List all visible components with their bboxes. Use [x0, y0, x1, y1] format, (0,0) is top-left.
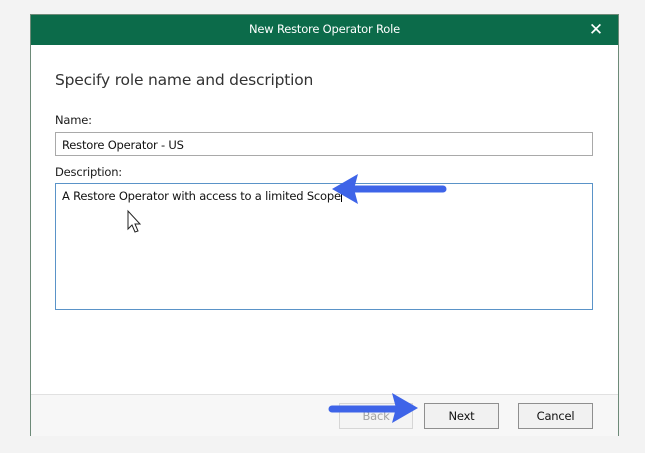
cancel-button[interactable]: Cancel: [518, 403, 593, 429]
page-heading: Specify role name and description: [55, 71, 314, 89]
name-field[interactable]: Restore Operator - US: [55, 132, 593, 156]
dialog-title: New Restore Operator Role: [249, 22, 400, 36]
next-button[interactable]: Next: [424, 403, 499, 429]
close-icon[interactable]: ✕: [586, 19, 606, 41]
text-caret: [340, 189, 342, 202]
description-field[interactable]: A Restore Operator with access to a limi…: [55, 183, 593, 310]
description-text: A Restore Operator with access to a limi…: [62, 189, 341, 203]
description-label: Description:: [55, 165, 122, 179]
name-label: Name:: [55, 113, 92, 127]
new-restore-operator-role-dialog: New Restore Operator Role ✕ Specify role…: [30, 14, 619, 436]
back-button[interactable]: Back: [339, 403, 413, 429]
title-bar: New Restore Operator Role ✕: [31, 15, 618, 45]
